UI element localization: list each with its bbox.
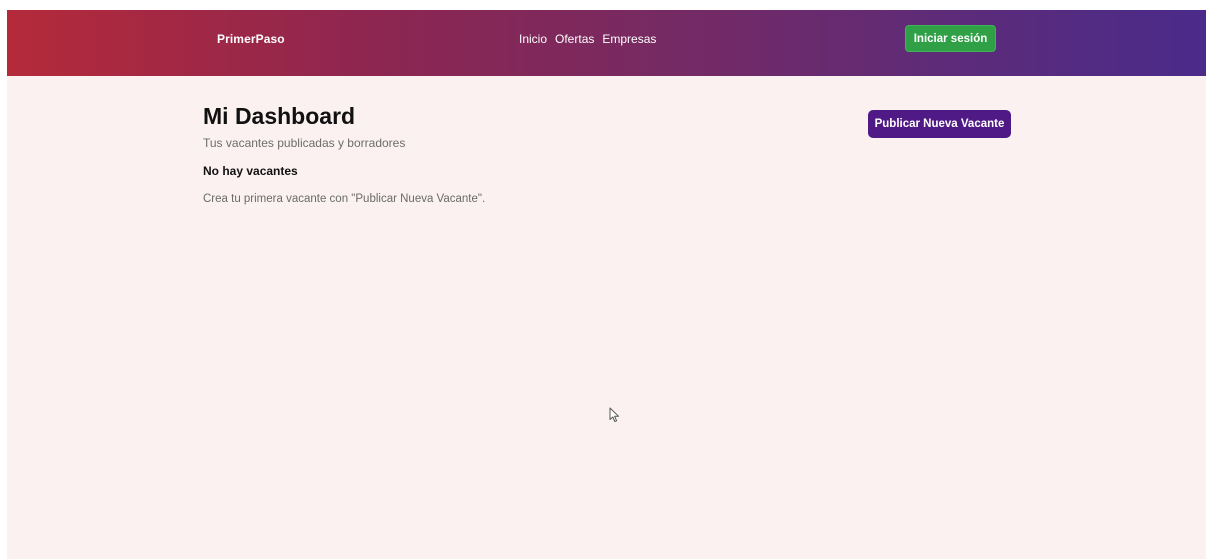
nav-link-inicio[interactable]: Inicio <box>519 32 547 46</box>
empty-state-hint: Crea tu primera vacante con "Publicar Nu… <box>203 193 486 205</box>
empty-state-title: No hay vacantes <box>203 164 298 178</box>
top-navbar: PrimerPaso Inicio Ofertas Empresas Inici… <box>7 10 1206 76</box>
login-button[interactable]: Iniciar sesión <box>905 25 996 52</box>
page-title: Mi Dashboard <box>203 103 356 129</box>
mouse-pointer-icon <box>609 407 620 423</box>
publish-vacancy-button[interactable]: Publicar Nueva Vacante <box>868 110 1011 138</box>
page-subtitle: Tus vacantes publicadas y borradores <box>203 136 406 150</box>
app-frame: PrimerPaso Inicio Ofertas Empresas Inici… <box>7 10 1206 559</box>
nav-link-ofertas[interactable]: Ofertas <box>555 32 594 46</box>
brand-logo-link[interactable]: PrimerPaso <box>217 32 285 46</box>
nav-link-empresas[interactable]: Empresas <box>602 32 656 46</box>
main-nav: Inicio Ofertas Empresas <box>519 32 656 46</box>
